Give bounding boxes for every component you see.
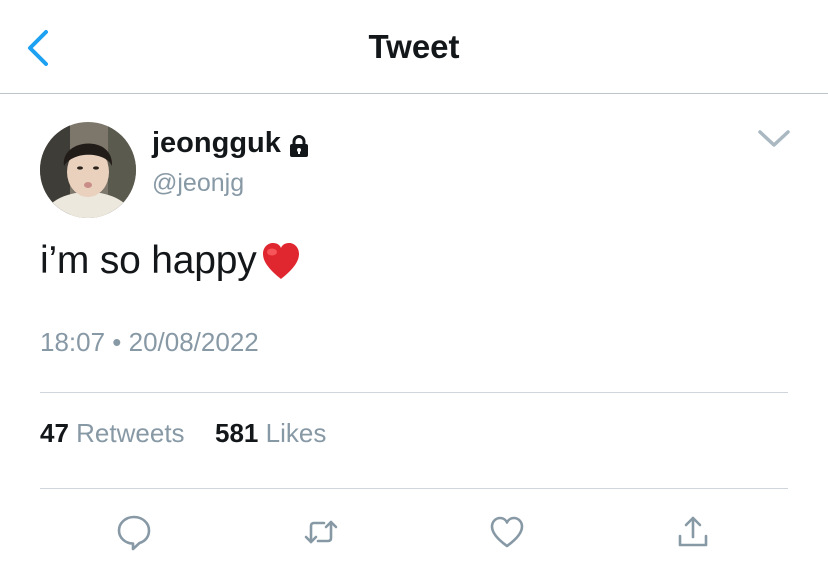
lock-icon	[290, 135, 308, 157]
heart-icon	[490, 516, 524, 548]
avatar[interactable]	[40, 122, 136, 218]
like-button[interactable]	[487, 512, 527, 552]
share-button[interactable]	[673, 512, 713, 552]
retweets-stat[interactable]: 47 Retweets	[40, 418, 185, 449]
retweet-icon	[304, 520, 338, 544]
retweets-label: Retweets	[76, 418, 185, 448]
tweet-body: i’m so happy	[40, 239, 257, 282]
likes-stat[interactable]: 581 Likes	[215, 418, 326, 449]
reply-button[interactable]	[114, 512, 154, 552]
divider	[40, 488, 788, 489]
profile-photo	[40, 122, 136, 218]
tweet-text: i’m so happy	[40, 239, 303, 283]
tweet-detail-screen: Tweet jeongguk @jeonjg i’m so happy 18:0…	[0, 0, 828, 567]
page-title: Tweet	[368, 28, 460, 65]
red-heart-emoji	[262, 243, 299, 279]
chevron-down-icon	[758, 130, 790, 147]
retweet-button[interactable]	[301, 512, 341, 552]
navigation-bar: Tweet	[0, 0, 828, 94]
tweet-stats: 47 Retweets 581 Likes	[40, 418, 326, 449]
tweet-timestamp: 18:07 • 20/08/2022	[40, 327, 259, 357]
likes-count: 581	[215, 418, 259, 448]
likes-label: Likes	[265, 418, 327, 448]
tweet-menu-button[interactable]	[752, 122, 796, 156]
retweets-count: 47	[40, 418, 69, 448]
divider	[40, 392, 788, 393]
author-display-name[interactable]: jeongguk	[152, 127, 281, 160]
author-handle[interactable]: @jeonjg	[152, 169, 244, 198]
comment-icon	[117, 515, 151, 551]
share-icon	[678, 516, 708, 547]
